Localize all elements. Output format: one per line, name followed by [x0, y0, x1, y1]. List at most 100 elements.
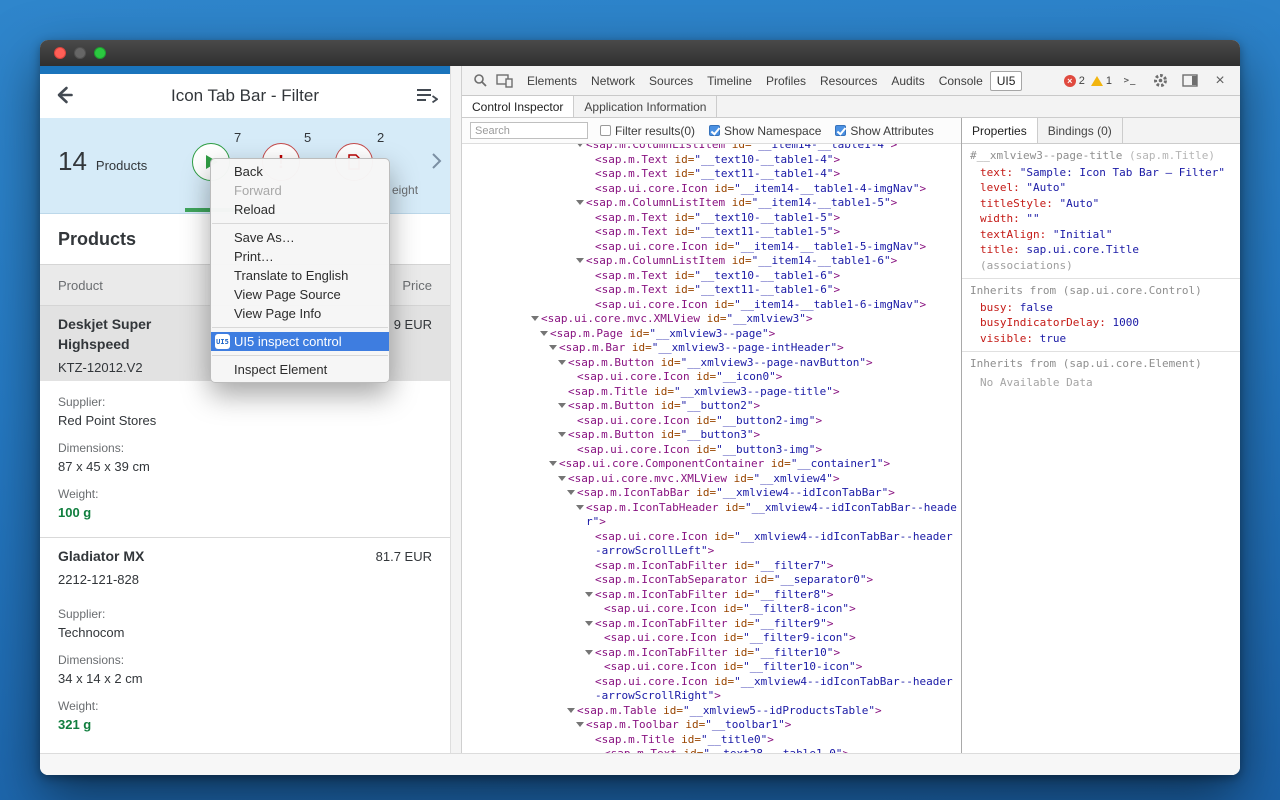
tree-node[interactable]: <sap.ui.core.Icon id="__xmlview4--idIcon…	[462, 675, 957, 704]
devtools-subtab-application-information[interactable]: Application Information	[574, 96, 717, 117]
tree-node[interactable]: <sap.ui.core.Icon id="__button2-img">	[462, 414, 957, 429]
tree-node[interactable]: <sap.m.Text id="__text10-__table1-6">	[462, 269, 957, 284]
tree-node[interactable]: <sap.m.ColumnListItem id="__item14-__tab…	[462, 144, 957, 153]
device-mode-icon[interactable]	[492, 70, 516, 92]
devtools-tab-sources[interactable]: Sources	[642, 71, 700, 91]
menu-item-save-as[interactable]: Save As…	[211, 228, 389, 247]
tree-node[interactable]: <sap.m.Bar id="__xmlview3--page-intHeade…	[462, 341, 957, 356]
tree-node[interactable]: <sap.m.Text id="__text11-__table1-6">	[462, 283, 957, 298]
tree-node[interactable]: <sap.m.Title id="__title0">	[462, 733, 957, 748]
checkbox-filter-results-0[interactable]	[600, 125, 611, 136]
expand-arrow-icon[interactable]	[558, 360, 566, 365]
devtools-tab-timeline[interactable]: Timeline	[700, 71, 759, 91]
devtools-tab-console[interactable]: Console	[932, 71, 990, 91]
tree-node[interactable]: <sap.ui.core.Icon id="__filter10-icon">	[462, 660, 957, 675]
product-list-item[interactable]: Gladiator MX81.7 EUR2212-121-828Supplier…	[40, 537, 450, 749]
dock-side-icon[interactable]	[1178, 70, 1202, 92]
expand-arrow-icon[interactable]	[576, 722, 584, 727]
tree-node[interactable]: <sap.ui.core.mvc.XMLView id="__xmlview4"…	[462, 472, 957, 487]
console-drawer-icon[interactable]: >_	[1118, 70, 1142, 92]
expand-arrow-icon[interactable]	[585, 650, 593, 655]
menu-item-back[interactable]: Back	[211, 162, 389, 181]
tree-node[interactable]: <sap.m.Button id="__button3">	[462, 428, 957, 443]
expand-arrow-icon[interactable]	[549, 461, 557, 466]
tree-node[interactable]: <sap.m.IconTabFilter id="__filter7">	[462, 559, 957, 574]
tree-node[interactable]: <sap.ui.core.Icon id="__filter9-icon">	[462, 631, 957, 646]
filter-option-show-attributes[interactable]: Show Attributes	[835, 124, 933, 138]
tree-node[interactable]: <sap.ui.core.mvc.XMLView id="__xmlview3"…	[462, 312, 957, 327]
tree-node[interactable]: <sap.ui.core.Icon id="__icon0">	[462, 370, 957, 385]
expand-arrow-icon[interactable]	[585, 592, 593, 597]
expand-arrow-icon[interactable]	[576, 144, 584, 147]
expand-arrow-icon[interactable]	[540, 331, 548, 336]
tree-node[interactable]: <sap.ui.core.Icon id="__filter8-icon">	[462, 602, 957, 617]
menu-item-view-page-info[interactable]: View Page Info	[211, 304, 389, 323]
tree-node[interactable]: <sap.m.IconTabFilter id="__filter9">	[462, 617, 957, 632]
minimize-window-button[interactable]	[74, 47, 86, 59]
tab-filter-products[interactable]: 14 Products	[58, 146, 147, 177]
expand-arrow-icon[interactable]	[576, 258, 584, 263]
tree-node[interactable]: <sap.m.IconTabFilter id="__filter8">	[462, 588, 957, 603]
tree-node[interactable]: <sap.ui.core.ComponentContainer id="__co…	[462, 457, 957, 472]
tree-node[interactable]: <sap.m.Text id="__text10-__table1-5">	[462, 211, 957, 226]
expand-arrow-icon[interactable]	[558, 403, 566, 408]
tree-node[interactable]: <sap.m.IconTabHeader id="__xmlview4--idI…	[462, 501, 957, 530]
tree-node[interactable]: <sap.m.Button id="__button2">	[462, 399, 957, 414]
devtools-tab-elements[interactable]: Elements	[520, 71, 584, 91]
menu-item-ui5-inspect-control[interactable]: UI5UI5 inspect control	[211, 332, 389, 351]
tree-node[interactable]: <sap.ui.core.Icon id="__item14-__table1-…	[462, 298, 957, 313]
devtools-tab-network[interactable]: Network	[584, 71, 642, 91]
tree-node[interactable]: <sap.m.IconTabSeparator id="__separator0…	[462, 573, 957, 588]
expand-arrow-icon[interactable]	[585, 621, 593, 626]
search-input[interactable]	[470, 122, 588, 139]
tree-node[interactable]: <sap.m.IconTabFilter id="__filter10">	[462, 646, 957, 661]
chevron-right-icon[interactable]	[431, 151, 442, 176]
devtools-subtab-control-inspector[interactable]: Control Inspector	[462, 96, 574, 117]
checkbox-show-attributes[interactable]	[835, 125, 846, 136]
window-titlebar[interactable]	[40, 40, 1240, 66]
expand-arrow-icon[interactable]	[558, 432, 566, 437]
filter-option-show-namespace[interactable]: Show Namespace	[709, 124, 821, 138]
tree-node[interactable]: <sap.m.Table id="__xmlview5--idProductsT…	[462, 704, 957, 719]
tree-node[interactable]: <sap.m.ColumnListItem id="__item14-__tab…	[462, 254, 957, 269]
filter-option-filter-results-0[interactable]: Filter results(0)	[600, 124, 695, 138]
warning-count-badge[interactable]: 1	[1091, 75, 1112, 87]
tree-node[interactable]: <sap.m.Page id="__xmlview3--page">	[462, 327, 957, 342]
menu-item-reload[interactable]: Reload	[211, 200, 389, 219]
tree-node[interactable]: <sap.m.Button id="__xmlview3--page-navBu…	[462, 356, 957, 371]
close-devtools-icon[interactable]: ×	[1208, 70, 1232, 92]
tree-node[interactable]: <sap.ui.core.Icon id="__item14-__table1-…	[462, 182, 957, 197]
tree-node[interactable]: <sap.m.ColumnListItem id="__item14-__tab…	[462, 196, 957, 211]
checkbox-show-namespace[interactable]	[709, 125, 720, 136]
menu-item-print[interactable]: Print…	[211, 247, 389, 266]
devtools-tab-audits[interactable]: Audits	[884, 71, 931, 91]
close-window-button[interactable]	[54, 47, 66, 59]
tree-node[interactable]: <sap.ui.core.Icon id="__xmlview4--idIcon…	[462, 530, 957, 559]
settings-gear-icon[interactable]	[1148, 70, 1172, 92]
menu-item-view-page-source[interactable]: View Page Source	[211, 285, 389, 304]
menu-item-forward[interactable]: Forward	[211, 181, 389, 200]
expand-arrow-icon[interactable]	[567, 708, 575, 713]
tree-node[interactable]: <sap.ui.core.Icon id="__button3-img">	[462, 443, 957, 458]
properties-tab-bindings-0[interactable]: Bindings (0)	[1038, 118, 1123, 143]
page-scrollbar[interactable]	[450, 66, 462, 753]
expand-arrow-icon[interactable]	[576, 505, 584, 510]
tree-node[interactable]: <sap.m.Text id="__text11-__table1-5">	[462, 225, 957, 240]
expand-arrow-icon[interactable]	[567, 490, 575, 495]
tree-node[interactable]: <sap.m.Title id="__xmlview3--page-title"…	[462, 385, 957, 400]
devtools-tab-ui5[interactable]: UI5	[990, 71, 1023, 91]
error-count-badge[interactable]: × 2	[1064, 75, 1085, 87]
tree-node[interactable]: <sap.ui.core.Icon id="__item14-__table1-…	[462, 240, 957, 255]
devtools-tab-profiles[interactable]: Profiles	[759, 71, 813, 91]
menu-item-inspect-element[interactable]: Inspect Element	[211, 360, 389, 379]
zoom-window-button[interactable]	[94, 47, 106, 59]
tree-node[interactable]: <sap.m.Text id="__text10-__table1-4">	[462, 153, 957, 168]
tree-node[interactable]: <sap.m.IconTabBar id="__xmlview4--idIcon…	[462, 486, 957, 501]
tree-node[interactable]: <sap.m.Text id="__text11-__table1-4">	[462, 167, 957, 182]
menu-icon[interactable]	[416, 87, 438, 110]
properties-tab-properties[interactable]: Properties	[962, 118, 1038, 143]
tree-node[interactable]: <sap.m.Toolbar id="__toolbar1">	[462, 718, 957, 733]
expand-arrow-icon[interactable]	[531, 316, 539, 321]
expand-arrow-icon[interactable]	[558, 476, 566, 481]
expand-arrow-icon[interactable]	[576, 200, 584, 205]
